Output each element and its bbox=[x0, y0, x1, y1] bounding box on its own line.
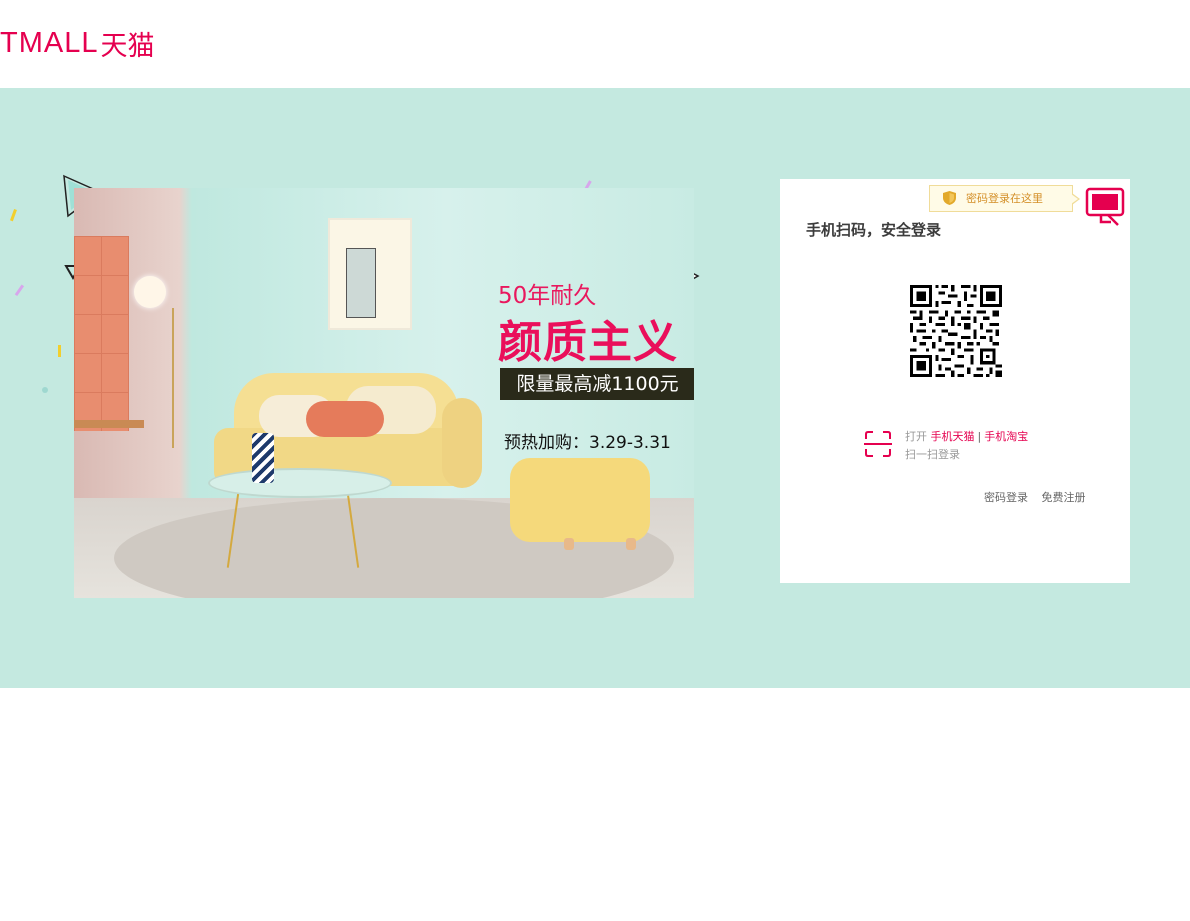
ad-pillow bbox=[306, 401, 384, 437]
promo-ad[interactable]: 50年耐久 颜质主义 限量最高减1100元 预热加购：3.29-3.31 bbox=[74, 188, 694, 598]
scan-login-text: 扫一扫登录 bbox=[905, 448, 960, 461]
scan-open-text: 打开 bbox=[905, 430, 927, 443]
logo-cn-text: 天猫 bbox=[100, 30, 155, 62]
computer-icon[interactable] bbox=[1084, 187, 1126, 229]
ad-bottle bbox=[252, 433, 274, 483]
ad-ottoman-leg bbox=[626, 538, 636, 550]
ad-ottoman bbox=[510, 458, 650, 542]
ad-ottoman-leg bbox=[564, 538, 574, 550]
ad-years-text: 50年耐久 bbox=[498, 283, 597, 309]
ad-lamp bbox=[134, 276, 166, 308]
scan-separator: | bbox=[977, 430, 982, 443]
scan-instruction: 打开 手机天猫 | 手机淘宝 bbox=[905, 428, 1028, 444]
ad-wall-panel-grid bbox=[74, 236, 129, 431]
password-login-tip[interactable]: 密码登录在这里 bbox=[929, 185, 1080, 212]
password-login-tip-text: 密码登录在这里 bbox=[966, 192, 1043, 205]
qr-code[interactable] bbox=[910, 285, 1002, 377]
login-links: 密码登录 免费注册 bbox=[984, 489, 1096, 505]
header: TMALL 天猫 bbox=[0, 0, 1190, 88]
ad-date-text: 预热加购：3.29-3.31 bbox=[504, 433, 671, 453]
register-link[interactable]: 免费注册 bbox=[1042, 491, 1086, 504]
tip-arrow-inner bbox=[1071, 194, 1078, 204]
logo-latin-text: TMALL bbox=[0, 26, 99, 59]
shield-icon bbox=[943, 191, 956, 205]
ad-headline: 颜质主义 bbox=[498, 317, 678, 368]
ad-side-table bbox=[74, 420, 144, 428]
login-banner: 50年耐久 颜质主义 限量最高减1100元 预热加购：3.29-3.31 密码登… bbox=[0, 88, 1190, 688]
password-login-link[interactable]: 密码登录 bbox=[984, 491, 1028, 504]
tmall-logo[interactable]: TMALL 天猫 bbox=[0, 26, 154, 62]
ad-sofa-arm bbox=[442, 398, 482, 488]
login-title: 手机扫码，安全登录 bbox=[806, 221, 942, 239]
ad-lamp-pole bbox=[172, 308, 174, 448]
ad-painting-art bbox=[346, 248, 376, 318]
ad-discount-badge: 限量最高减1100元 bbox=[500, 368, 694, 400]
tmall-app-link[interactable]: 手机天猫 bbox=[931, 430, 975, 443]
login-box: 密码登录在这里 手机扫码，安全登录 打开 手机天猫 | 手机淘宝 扫一扫登录 密… bbox=[780, 179, 1130, 583]
taobao-app-link[interactable]: 手机淘宝 bbox=[984, 430, 1028, 443]
ad-coffee-table bbox=[208, 468, 392, 498]
scan-icon bbox=[864, 431, 892, 457]
